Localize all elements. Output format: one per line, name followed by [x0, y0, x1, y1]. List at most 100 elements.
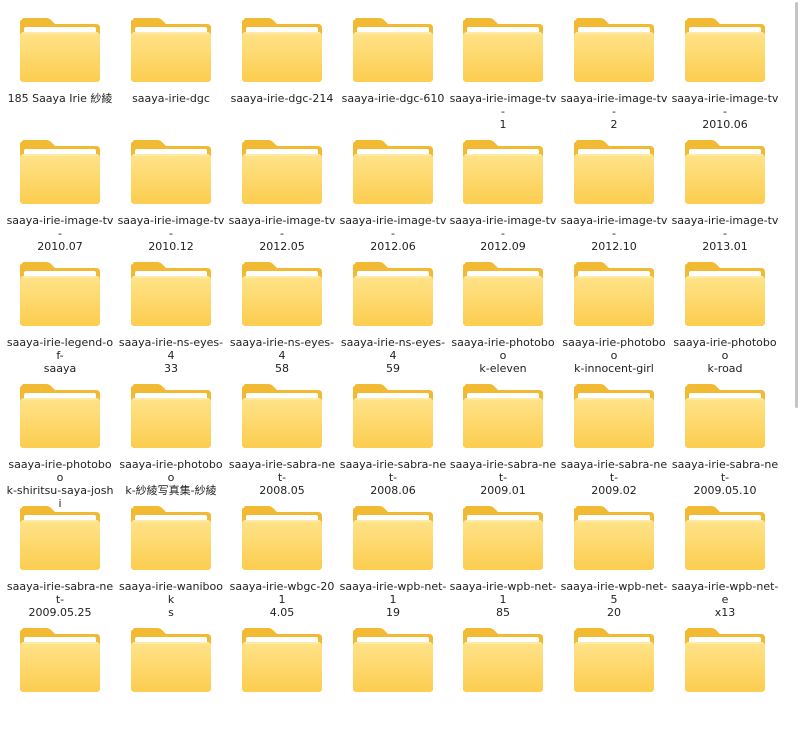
folder-item[interactable] — [6, 616, 114, 734]
folder-item[interactable]: saaya-irie-image-tv- 2012.05 — [228, 128, 336, 253]
folder-item[interactable]: saaya-irie-wpb-net-1 19 — [339, 494, 447, 619]
folder-item[interactable]: saaya-irie-dgc — [117, 6, 225, 124]
folder-item[interactable]: saaya-irie-dgc-214 — [228, 6, 336, 124]
scrollbar-thumb[interactable] — [795, 2, 798, 408]
vertical-scrollbar[interactable] — [790, 0, 800, 636]
folder-item[interactable]: saaya-irie-photoboo k-innocent-girl — [560, 250, 668, 375]
folder-label: saaya-irie-wpb-net-e x13 — [671, 580, 779, 619]
folder-icon — [18, 382, 102, 452]
folder-icon — [129, 626, 213, 696]
folder-label: saaya-irie-wbgc-201 4.05 — [229, 580, 335, 619]
folder-label: saaya-irie-sabra-net- 2009.02 — [560, 458, 668, 497]
folder-label: saaya-irie-wanibook s — [118, 580, 223, 619]
folder-icon — [240, 260, 324, 330]
folder-icon — [18, 16, 102, 86]
folder-label: saaya-irie-photoboo k-紗綾写真集-紗綾 — [119, 458, 223, 497]
folder-item[interactable]: saaya-irie-sabra-net- 2009.02 — [560, 372, 668, 497]
folder-item[interactable]: saaya-irie-ns-eyes-4 59 — [339, 250, 447, 375]
folder-item[interactable] — [671, 616, 779, 734]
folder-icon — [683, 382, 767, 452]
folder-icon — [129, 138, 213, 208]
folder-icon — [129, 16, 213, 86]
folder-icon — [572, 16, 656, 86]
folder-icon — [240, 626, 324, 696]
folder-label: saaya-irie-image-tv- 2010.12 — [117, 214, 225, 253]
folder-item[interactable]: saaya-irie-sabra-net- 2009.05.25 — [6, 494, 114, 619]
folder-icon — [572, 260, 656, 330]
folder-item[interactable]: saaya-irie-dgc-610 — [339, 6, 447, 124]
folder-icon — [683, 504, 767, 574]
folder-label: saaya-irie-image-tv- 2012.09 — [449, 214, 557, 253]
folder-item[interactable]: saaya-irie-wbgc-201 4.05 — [228, 494, 336, 619]
folder-item[interactable]: saaya-irie-wpb-net-5 20 — [560, 494, 668, 619]
folder-icon — [18, 626, 102, 696]
folder-icon — [461, 382, 545, 452]
folder-item[interactable]: saaya-irie-image-tv- 2013.01 — [671, 128, 779, 253]
folder-item[interactable]: saaya-irie-wpb-net-e x13 — [671, 494, 779, 619]
folder-label: 185 Saaya Irie 紗綾 — [7, 92, 113, 105]
folder-item[interactable]: saaya-irie-ns-eyes-4 33 — [117, 250, 225, 375]
folder-label: saaya-irie-photoboo k-road — [673, 336, 777, 375]
folder-icon — [129, 504, 213, 574]
folder-item[interactable]: saaya-irie-ns-eyes-4 58 — [228, 250, 336, 375]
folder-label: saaya-irie-wpb-net-1 19 — [339, 580, 447, 619]
folder-item[interactable] — [449, 616, 557, 734]
folder-icon — [240, 16, 324, 86]
folder-label: saaya-irie-sabra-net- 2008.06 — [339, 458, 447, 497]
folder-icon — [683, 16, 767, 86]
folder-item[interactable]: saaya-irie-photoboo k-紗綾写真集-紗綾 — [117, 372, 225, 497]
folder-label: saaya-irie-image-tv- 1 — [449, 92, 557, 131]
folder-item[interactable]: saaya-irie-image-tv- 2012.06 — [339, 128, 447, 253]
folder-icon — [240, 382, 324, 452]
folder-icon — [461, 504, 545, 574]
folder-icon — [572, 504, 656, 574]
folder-icon — [683, 138, 767, 208]
folder-label: saaya-irie-image-tv- 2010.07 — [6, 214, 114, 253]
folder-icon — [240, 138, 324, 208]
folder-item[interactable]: saaya-irie-photoboo k-shiritsu-saya-josh… — [6, 372, 114, 510]
folder-item[interactable] — [339, 616, 447, 734]
folder-item[interactable]: saaya-irie-wanibook s — [117, 494, 225, 619]
folder-icon — [351, 504, 435, 574]
folder-icon — [351, 626, 435, 696]
folder-label: saaya-irie-sabra-net- 2009.01 — [449, 458, 557, 497]
folder-item[interactable]: saaya-irie-image-tv- 2012.09 — [449, 128, 557, 253]
folder-grid: 185 Saaya Irie 紗綾 saaya-irie-dgc saaya-iri… — [0, 0, 790, 692]
folder-label: saaya-irie-photoboo k-innocent-girl — [562, 336, 666, 375]
folder-item[interactable]: saaya-irie-image-tv- 2010.12 — [117, 128, 225, 253]
folder-icon — [572, 626, 656, 696]
folder-icon — [572, 138, 656, 208]
folder-label: saaya-irie-ns-eyes-4 59 — [340, 336, 446, 375]
folder-icon — [129, 260, 213, 330]
folder-item[interactable]: saaya-irie-image-tv- 2 — [560, 6, 668, 131]
folder-icon — [351, 260, 435, 330]
folder-icon — [18, 504, 102, 574]
folder-item[interactable]: saaya-irie-sabra-net- 2009.01 — [449, 372, 557, 497]
folder-item[interactable]: saaya-irie-image-tv- 2010.06 — [671, 6, 779, 131]
folder-item[interactable] — [117, 616, 225, 734]
folder-item[interactable]: saaya-irie-sabra-net- 2008.06 — [339, 372, 447, 497]
folder-label: saaya-irie-photoboo k-eleven — [451, 336, 555, 375]
folder-label: saaya-irie-dgc-610 — [341, 92, 445, 105]
folder-label: saaya-irie-image-tv- 2010.06 — [671, 92, 779, 131]
folder-label: saaya-irie-wpb-net-1 85 — [449, 580, 557, 619]
folder-icon — [683, 626, 767, 696]
folder-item[interactable]: saaya-irie-legend-of- saaya — [6, 250, 114, 375]
folder-item[interactable]: saaya-irie-sabra-net- 2008.05 — [228, 372, 336, 497]
folder-label: saaya-irie-image-tv- 2012.06 — [339, 214, 447, 253]
folder-item[interactable]: saaya-irie-photoboo k-road — [671, 250, 779, 375]
folder-label: saaya-irie-ns-eyes-4 58 — [229, 336, 335, 375]
folder-icon — [461, 16, 545, 86]
folder-item[interactable]: saaya-irie-wpb-net-1 85 — [449, 494, 557, 619]
folder-item[interactable]: saaya-irie-image-tv- 2010.07 — [6, 128, 114, 253]
folder-item[interactable] — [560, 616, 668, 734]
folder-item[interactable]: saaya-irie-photoboo k-eleven — [449, 250, 557, 375]
folder-item[interactable]: saaya-irie-image-tv- 1 — [449, 6, 557, 131]
folder-icon — [351, 138, 435, 208]
folder-item[interactable]: saaya-irie-image-tv- 2012.10 — [560, 128, 668, 253]
folder-icon — [461, 138, 545, 208]
folder-item[interactable]: saaya-irie-sabra-net- 2009.05.10 — [671, 372, 779, 497]
folder-label: saaya-irie-image-tv- 2013.01 — [671, 214, 779, 253]
folder-item[interactable]: 185 Saaya Irie 紗綾 — [6, 6, 114, 124]
folder-item[interactable] — [228, 616, 336, 734]
